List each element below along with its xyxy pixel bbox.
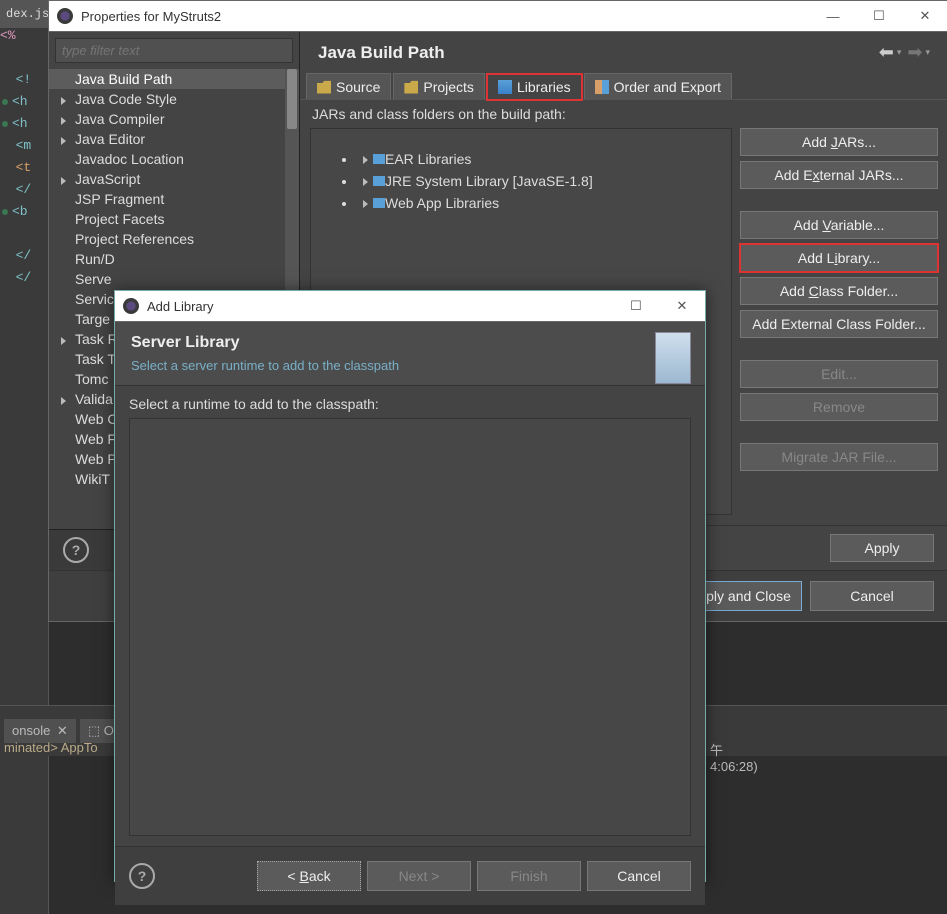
category-item[interactable]: Java Build Path (49, 69, 299, 89)
tab-label: Order and Export (614, 79, 721, 95)
al-maximize-button[interactable]: ☐ (613, 291, 659, 321)
migrate-jar-button: Migrate JAR File... (740, 443, 938, 471)
tab-order-and-export[interactable]: Order and Export (584, 73, 732, 99)
add-library-window: Add Library ☐ ✕ Server Library Select a … (114, 290, 706, 882)
runtime-label: Select a runtime to add to the classpath… (129, 396, 691, 412)
jar-icon (498, 80, 512, 94)
category-item[interactable]: Java Code Style (49, 89, 299, 109)
editor-tab[interactable]: dex.js (0, 0, 55, 28)
cancel-button[interactable]: Cancel (810, 581, 934, 611)
add-variable-button[interactable]: Add Variable... (740, 211, 938, 239)
window-title: Properties for MyStruts2 (81, 9, 810, 24)
back-button[interactable]: < Back (257, 861, 361, 891)
library-item[interactable]: Web App Libraries (357, 192, 725, 214)
add-library-titlebar[interactable]: Add Library ☐ ✕ (115, 291, 705, 322)
al-cancel-button[interactable]: Cancel (587, 861, 691, 891)
order-icon (595, 80, 609, 94)
properties-titlebar[interactable]: Properties for MyStruts2 — ☐ ✕ (49, 1, 947, 32)
category-item[interactable]: JavaScript (49, 169, 299, 189)
finish-button: Finish (477, 861, 581, 891)
wizard-subheading: Select a server runtime to add to the cl… (131, 358, 689, 373)
next-button: Next > (367, 861, 471, 891)
editor-gutter: dex.js <% <! <h <h <m <t </ <b </ </ (0, 0, 49, 914)
category-item[interactable]: Java Compiler (49, 109, 299, 129)
nav-back-icon[interactable]: ⬅ (873, 42, 900, 63)
page-title: Java Build Path (318, 43, 873, 63)
jar-icon (373, 176, 385, 186)
filter-input[interactable] (55, 38, 293, 63)
add-class-folder-button[interactable]: Add Class Folder... (740, 277, 938, 305)
tab-label: Projects (423, 79, 474, 95)
tab-source[interactable]: Source (306, 73, 391, 99)
close-button[interactable]: ✕ (902, 1, 947, 31)
eclipse-icon (57, 8, 73, 24)
add-external-jars-button[interactable]: Add External JARs... (740, 161, 938, 189)
tab-label: Source (336, 79, 380, 95)
runtime-list[interactable] (129, 418, 691, 836)
add-library-header: Server Library Select a server runtime t… (115, 322, 705, 386)
category-item[interactable]: Serve (49, 269, 299, 289)
tab-strip: Source Projects Libraries Order and Export (300, 73, 947, 99)
tab-libraries[interactable]: Libraries (487, 74, 582, 100)
button-column: Add JARs... Add External JARs... Add Var… (740, 128, 938, 515)
category-item[interactable]: Run/D (49, 249, 299, 269)
server-icon (655, 332, 691, 384)
subhead-label: JARs and class folders on the build path… (300, 99, 947, 128)
tab-label: Libraries (517, 79, 571, 95)
library-item[interactable]: JRE System Library [JavaSE-1.8] (357, 170, 725, 192)
apply-button[interactable]: Apply (830, 534, 934, 562)
help-icon[interactable]: ? (63, 537, 89, 563)
nav-fwd-icon[interactable]: ➡ (901, 42, 928, 63)
remove-button: Remove (740, 393, 938, 421)
wizard-heading: Server Library (131, 334, 689, 352)
maximize-button[interactable]: ☐ (856, 1, 902, 31)
jar-icon (373, 198, 385, 208)
add-library-footer: ? < Back Next > Finish Cancel (115, 846, 705, 905)
add-jars-button[interactable]: Add JARs... (740, 128, 938, 156)
category-item[interactable]: Project References (49, 229, 299, 249)
add-library-button[interactable]: Add Library... (740, 244, 938, 272)
add-external-class-folder-button[interactable]: Add External Class Folder... (740, 310, 938, 338)
edit-button: Edit... (740, 360, 938, 388)
console-output: minated> AppTo 午4:06:28) (0, 740, 98, 755)
category-item[interactable]: Project Facets (49, 209, 299, 229)
minimize-button[interactable]: — (810, 1, 856, 31)
jar-icon (373, 154, 385, 164)
library-item[interactable]: EAR Libraries (357, 148, 725, 170)
category-item[interactable]: Java Editor (49, 129, 299, 149)
category-item[interactable]: Javadoc Location (49, 149, 299, 169)
folder-icon (317, 80, 331, 94)
category-item[interactable]: JSP Fragment (49, 189, 299, 209)
add-library-title: Add Library (147, 299, 613, 314)
tab-projects[interactable]: Projects (393, 73, 485, 99)
al-close-button[interactable]: ✕ (659, 291, 705, 321)
eclipse-icon (123, 298, 139, 314)
folder-icon (404, 80, 418, 94)
help-icon[interactable]: ? (129, 863, 155, 889)
